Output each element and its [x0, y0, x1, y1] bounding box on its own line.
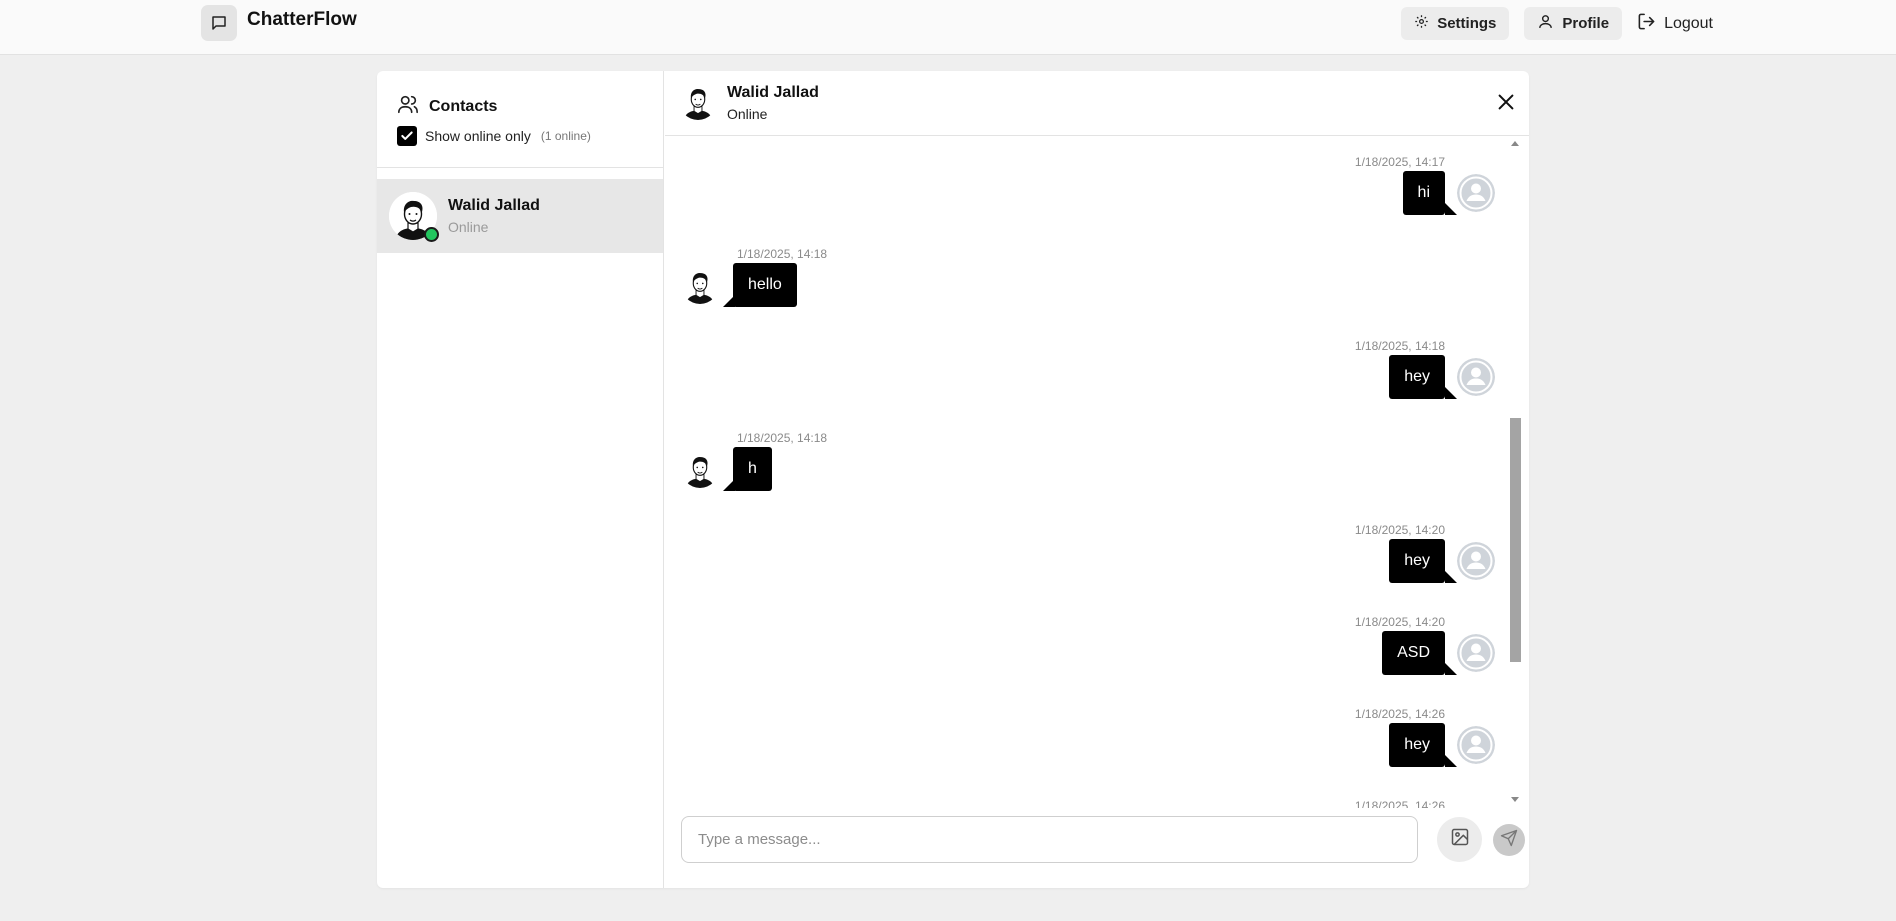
message-timestamp: 1/18/2025, 14:20 — [1354, 615, 1445, 629]
app-name: ChatterFlow — [247, 9, 357, 30]
send-icon — [1500, 829, 1518, 852]
message-bubble: hey — [1389, 355, 1445, 399]
contact-name: Walid Jallad — [448, 197, 540, 214]
message-timestamp: 1/18/2025, 14:26 — [1354, 799, 1445, 808]
chat-bubble-icon — [201, 5, 237, 41]
settings-button[interactable]: Settings — [1401, 7, 1510, 40]
send-button[interactable] — [1493, 824, 1525, 856]
avatar — [1457, 174, 1495, 212]
message-timestamp: 1/18/2025, 14:18 — [737, 431, 828, 445]
online-only-checkbox[interactable] — [397, 126, 417, 146]
message-timestamp: 1/18/2025, 14:17 — [1354, 155, 1445, 169]
avatar — [679, 82, 717, 120]
online-status-dot — [424, 227, 439, 242]
avatar — [389, 192, 439, 242]
gear-icon — [1414, 14, 1429, 33]
online-count: (1 online) — [540, 129, 591, 143]
message-bubble: hey — [1389, 539, 1445, 583]
image-icon — [1450, 827, 1470, 852]
message-item: 1/18/2025, 14:26 — [665, 799, 1529, 808]
contact-item-walid-jallad[interactable]: Walid Jallad Online — [377, 179, 663, 253]
chat-area: Walid Jallad Online 1/18/2025, 14:17 hi 1/… — [665, 71, 1529, 888]
message-composer — [665, 808, 1529, 888]
online-filter: Show online only (1 online) — [397, 126, 591, 146]
message-timestamp: 1/18/2025, 14:20 — [1354, 523, 1445, 537]
nav-actions: Settings Profile Logout — [1401, 7, 1713, 40]
avatar — [1457, 726, 1495, 764]
logout-button[interactable]: Logout — [1637, 12, 1713, 36]
message-input[interactable] — [681, 816, 1418, 863]
profile-label: Profile — [1562, 15, 1610, 32]
chat-contact-name: Walid Jallad — [727, 84, 819, 101]
contacts-title: Contacts — [429, 97, 498, 115]
close-icon — [1495, 94, 1517, 117]
logout-label: Logout — [1664, 14, 1713, 32]
chat-panel: Contacts Show online only (1 online) Wal… — [377, 71, 1529, 888]
top-navbar: ChatterFlow Settings Profile Logout — [0, 0, 1896, 55]
message-bubble: hey — [1389, 723, 1445, 767]
contacts-sidebar: Contacts Show online only (1 online) Wal… — [377, 71, 664, 888]
contact-status: Online — [448, 219, 489, 235]
bubble-tail — [723, 479, 735, 491]
message-item: 1/18/2025, 14:20 ASD — [665, 615, 1529, 695]
message-timestamp: 1/18/2025, 14:18 — [1354, 339, 1445, 353]
avatar — [681, 450, 719, 488]
bubble-tail — [1445, 571, 1457, 583]
bubble-tail — [723, 295, 735, 307]
message-item: 1/18/2025, 14:18 hello — [665, 247, 1529, 327]
divider — [377, 167, 663, 168]
message-item: 1/18/2025, 14:18 hey — [665, 339, 1529, 419]
message-item: 1/18/2025, 14:20 hey — [665, 523, 1529, 603]
bubble-tail — [1445, 663, 1457, 675]
user-icon — [1537, 13, 1554, 34]
avatar — [1457, 358, 1495, 396]
message-bubble: h — [733, 447, 772, 491]
online-only-label[interactable]: Show online only — [425, 128, 531, 144]
message-bubble: ASD — [1382, 631, 1445, 675]
bubble-tail — [1445, 387, 1457, 399]
close-chat-button[interactable] — [1495, 91, 1517, 113]
avatar — [1457, 634, 1495, 672]
message-item: 1/18/2025, 14:26 hey — [665, 707, 1529, 787]
message-bubble: hello — [733, 263, 797, 307]
bubble-tail — [1445, 755, 1457, 767]
message-timestamp: 1/18/2025, 14:18 — [737, 247, 828, 261]
message-bubble: hi — [1402, 171, 1445, 215]
message-item: 1/18/2025, 14:17 hi — [665, 155, 1529, 235]
attach-image-button[interactable] — [1437, 817, 1482, 862]
logout-icon — [1637, 12, 1656, 36]
chat-header: Walid Jallad Online — [665, 71, 1529, 136]
users-icon — [397, 93, 419, 120]
message-list[interactable]: 1/18/2025, 14:17 hi 1/18/2025, 14:18 hello 1… — [665, 137, 1529, 808]
message-timestamp: 1/18/2025, 14:26 — [1354, 707, 1445, 721]
scroll-up-arrow[interactable] — [1511, 141, 1519, 146]
settings-label: Settings — [1437, 15, 1497, 32]
contacts-header: Contacts — [397, 93, 497, 120]
bubble-tail — [1445, 203, 1457, 215]
message-item: 1/18/2025, 14:18 h — [665, 431, 1529, 511]
avatar — [681, 266, 719, 304]
avatar — [1457, 542, 1495, 580]
chat-contact-status: Online — [727, 106, 768, 122]
profile-button[interactable]: Profile — [1524, 7, 1623, 40]
brand[interactable]: ChatterFlow — [201, 5, 357, 41]
